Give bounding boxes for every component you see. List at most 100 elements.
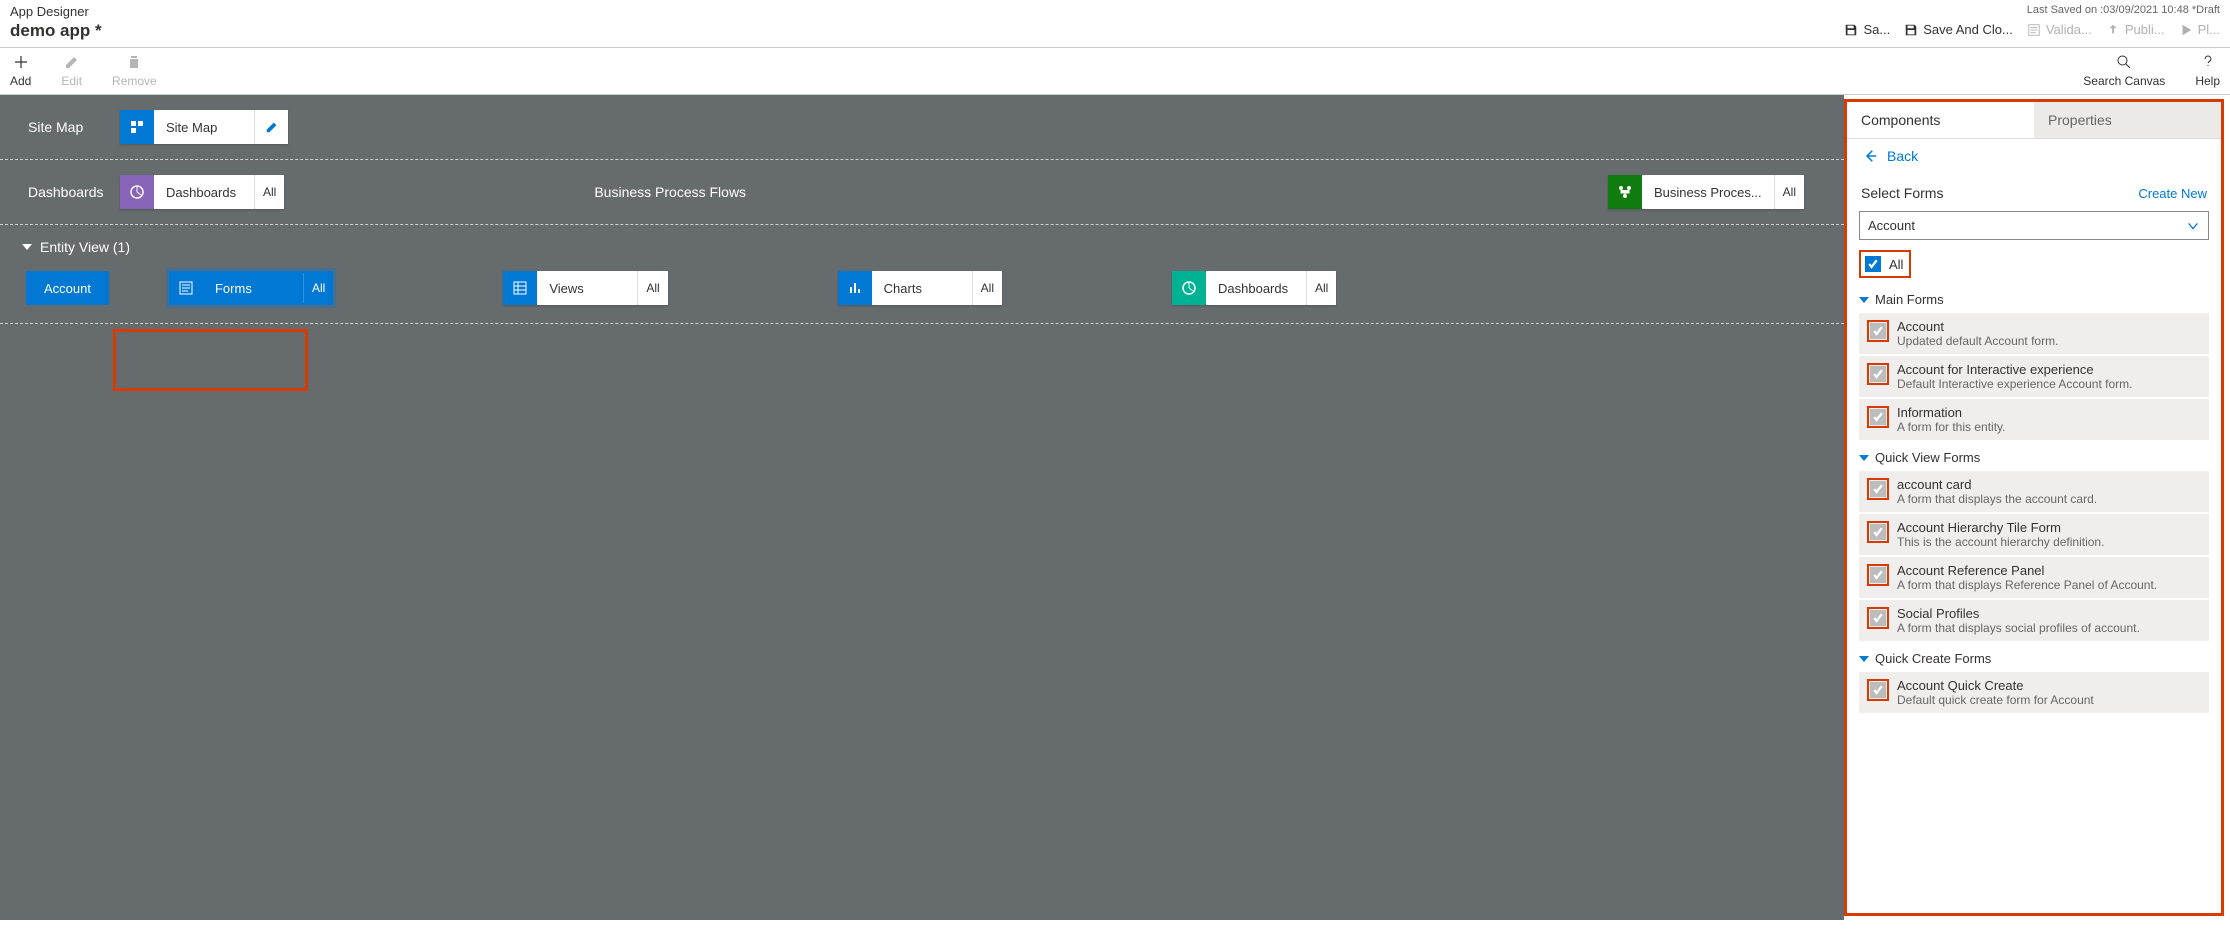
form-checkbox[interactable]: [1870, 567, 1886, 583]
form-checkbox-wrap: [1867, 363, 1889, 385]
form-checkbox-wrap: [1867, 406, 1889, 428]
quick-create-header[interactable]: Quick Create Forms: [1859, 651, 2209, 666]
forms-badge: All: [303, 271, 333, 305]
quick-create-label: Quick Create Forms: [1875, 651, 1991, 666]
play-icon: [2179, 23, 2193, 37]
save-button[interactable]: Sa...: [1844, 22, 1890, 37]
entity-select-value: Account: [1868, 218, 1915, 233]
quick-view-label: Quick View Forms: [1875, 450, 1980, 465]
charts-tile[interactable]: Charts All: [838, 271, 1002, 305]
all-checkbox[interactable]: [1865, 256, 1881, 272]
form-title: Social Profiles: [1897, 606, 2140, 621]
sitemap-icon: [120, 110, 154, 144]
views-icon: [503, 271, 537, 305]
form-checkbox[interactable]: [1870, 409, 1886, 425]
help-button[interactable]: Help: [2195, 54, 2220, 88]
form-title: Account Reference Panel: [1897, 563, 2157, 578]
bpf-section-label: Business Process Flows: [594, 160, 774, 224]
edit-button: Edit: [61, 54, 82, 88]
all-checkbox-row[interactable]: All: [1859, 250, 1911, 278]
tab-components[interactable]: Components: [1847, 102, 2034, 138]
account-entity-button[interactable]: Account: [26, 271, 109, 305]
search-label: Search Canvas: [2083, 74, 2165, 88]
validate-icon: [2027, 23, 2041, 37]
form-title: account card: [1897, 477, 2097, 492]
form-item[interactable]: Account Reference PanelA form that displ…: [1859, 557, 2209, 598]
form-title: Account Hierarchy Tile Form: [1897, 520, 2104, 535]
plus-icon: [13, 54, 29, 70]
form-desc: A form that displays the account card.: [1897, 492, 2097, 506]
form-checkbox-wrap: [1867, 564, 1889, 586]
flow-icon: [1608, 175, 1642, 209]
back-arrow-icon: [1861, 147, 1879, 165]
app-name: demo app *: [10, 21, 102, 41]
form-checkbox-wrap: [1867, 521, 1889, 543]
charts-tile-label: Charts: [872, 271, 972, 305]
entity-select[interactable]: Account: [1859, 211, 2209, 240]
form-checkbox[interactable]: [1870, 323, 1886, 339]
publish-button[interactable]: Publi...: [2106, 22, 2165, 37]
entity-view-header[interactable]: Entity View (1): [0, 225, 1844, 259]
add-button[interactable]: Add: [10, 54, 31, 88]
save-icon: [1844, 23, 1858, 37]
play-label: Pl...: [2198, 22, 2220, 37]
sitemap-edit-button[interactable]: [254, 110, 288, 144]
back-label: Back: [1887, 148, 1918, 164]
form-desc: Default quick create form for Account: [1897, 693, 2094, 707]
back-button[interactable]: Back: [1847, 139, 2221, 173]
form-checkbox-wrap: [1867, 478, 1889, 500]
chevron-down-icon: [2186, 219, 2200, 233]
form-item[interactable]: InformationA form for this entity.: [1859, 399, 2209, 440]
forms-icon: [169, 271, 203, 305]
sitemap-tile[interactable]: Site Map: [120, 110, 288, 144]
bpf-tile[interactable]: Business Proces... All: [1608, 175, 1804, 209]
publish-icon: [2106, 23, 2120, 37]
create-new-link[interactable]: Create New: [2138, 186, 2207, 201]
canvas[interactable]: Site Map Site Map Dashboards Dashboards …: [0, 95, 1844, 920]
form-item[interactable]: Social ProfilesA form that displays soci…: [1859, 600, 2209, 641]
edit-label: Edit: [61, 74, 82, 88]
views-tile-label: Views: [537, 271, 637, 305]
entity-dashboards-label: Dashboards: [1206, 271, 1306, 305]
save-close-label: Save And Clo...: [1923, 22, 2013, 37]
form-title: Account Quick Create: [1897, 678, 2094, 693]
charts-icon: [838, 271, 872, 305]
form-checkbox[interactable]: [1870, 366, 1886, 382]
form-item[interactable]: Account for Interactive experienceDefaul…: [1859, 356, 2209, 397]
form-checkbox[interactable]: [1870, 682, 1886, 698]
form-desc: Updated default Account form.: [1897, 334, 2058, 348]
form-title: Account: [1897, 319, 2058, 334]
play-button[interactable]: Pl...: [2179, 22, 2220, 37]
tab-properties[interactable]: Properties: [2034, 102, 2221, 138]
form-desc: Default Interactive experience Account f…: [1897, 377, 2132, 391]
entity-dashboards-tile[interactable]: Dashboards All: [1172, 271, 1336, 305]
quick-view-header[interactable]: Quick View Forms: [1859, 450, 2209, 465]
views-badge: All: [637, 271, 667, 305]
search-button[interactable]: Search Canvas: [2083, 54, 2165, 88]
trash-icon: [126, 54, 142, 70]
forms-tile-label: Forms: [203, 271, 303, 305]
side-panel: Components Properties Back Select Forms …: [1844, 99, 2224, 916]
remove-label: Remove: [112, 74, 157, 88]
form-item[interactable]: Account Hierarchy Tile FormThis is the a…: [1859, 514, 2209, 555]
save-close-button[interactable]: Save And Clo...: [1904, 22, 2013, 37]
save-close-icon: [1904, 23, 1918, 37]
views-tile[interactable]: Views All: [503, 271, 667, 305]
publish-label: Publi...: [2125, 22, 2165, 37]
main-forms-header[interactable]: Main Forms: [1859, 292, 2209, 307]
entity-header-label: Entity View (1): [40, 239, 130, 255]
page-title: App Designer: [10, 4, 102, 19]
validate-button[interactable]: Valida...: [2027, 22, 2092, 37]
dashboards-tile[interactable]: Dashboards All: [120, 175, 284, 209]
sitemap-section-label: Site Map: [0, 95, 120, 159]
form-item[interactable]: Account Quick CreateDefault quick create…: [1859, 672, 2209, 713]
form-item[interactable]: AccountUpdated default Account form.: [1859, 313, 2209, 354]
form-desc: A form that displays social profiles of …: [1897, 621, 2140, 635]
form-checkbox[interactable]: [1870, 610, 1886, 626]
form-checkbox[interactable]: [1870, 481, 1886, 497]
bpf-badge: All: [1774, 175, 1804, 209]
main-forms-label: Main Forms: [1875, 292, 1944, 307]
forms-tile[interactable]: Forms All: [169, 271, 333, 305]
form-item[interactable]: account cardA form that displays the acc…: [1859, 471, 2209, 512]
form-checkbox[interactable]: [1870, 524, 1886, 540]
